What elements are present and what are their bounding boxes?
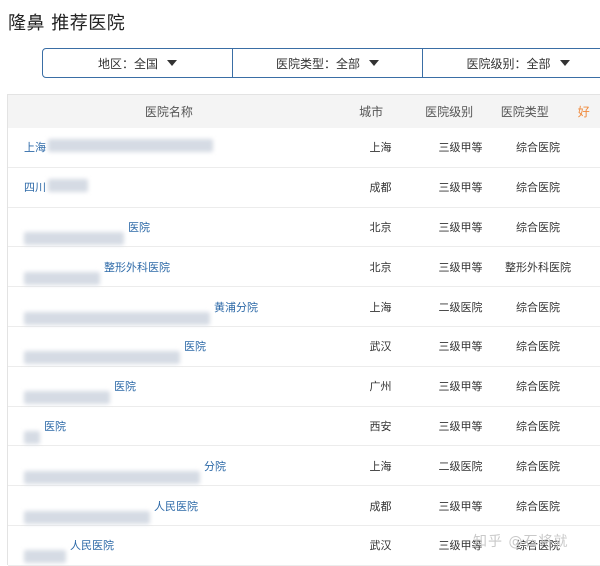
redaction [24,271,100,285]
level-cell: 三级甲等 [438,260,483,274]
hospital-name-link[interactable]: 黄浦分院 [214,299,258,315]
city-cell: 上海 [369,141,392,155]
caret-down-icon [167,60,177,66]
type-cell: 综合医院 [516,499,560,513]
level-cell: 三级甲等 [438,419,483,433]
redaction [24,351,180,365]
hospital-level-filter-label: 医院级别：全部 [466,56,551,71]
table-header: 医院名称 城市 医院级别 医院类型 好 [8,95,600,128]
city-cell: 西安 [369,419,392,433]
redaction [48,139,213,153]
redaction [24,430,40,444]
city-cell: 武汉 [369,340,392,354]
header-level: 医院级别 [425,105,474,119]
hospital-name-link[interactable]: 分院 [204,458,226,474]
level-cell: 三级甲等 [438,340,483,354]
region-filter[interactable]: 地区：全国 [43,49,233,77]
hospital-name: 人民医院 [70,539,114,553]
watermark: 知乎 @石将就 [473,534,569,550]
hospital-name: 医院 [114,380,136,394]
filter-bar: 地区：全国 医院类型：全部 医院级别：全部 [42,48,600,78]
hospital-name: 黄浦分院 [214,300,258,314]
type-cell: 综合医院 [516,459,560,473]
hospital-name-link[interactable]: 人民医院 [70,537,114,553]
city-cell: 成都 [369,181,392,195]
hospital-name: 医院 [184,340,206,354]
redaction [24,510,150,524]
city-cell: 广州 [369,380,392,394]
hospital-name-link[interactable]: 医院 [44,418,66,434]
hospital-name: 上海 [24,141,46,155]
level-cell: 二级医院 [438,300,483,314]
redaction [24,470,200,484]
hospital-name: 医院 [128,220,150,234]
level-cell: 三级甲等 [438,181,483,195]
hospital-table: 医院名称 城市 医院级别 医院类型 好 上海 上海 三级甲等 综合医院 四川 成… [7,94,600,566]
hospital-name: 分院 [204,459,226,473]
hospital-name-link[interactable]: 医院 [128,219,150,235]
hospital-type-filter[interactable]: 医院类型：全部 [233,49,423,77]
table-row: 医院 武汉 三级甲等 综合医院 [8,326,600,367]
hospital-name-link[interactable]: 医院 [184,338,206,354]
redaction [24,391,110,405]
header-name: 医院名称 [144,105,193,119]
redaction [24,231,124,245]
hospital-name: 人民医院 [154,499,198,513]
city-cell: 上海 [369,459,392,473]
hospital-name: 医院 [44,419,66,433]
level-cell: 三级甲等 [438,141,483,155]
table-row: 医院 西安 三级甲等 综合医院 [8,406,600,447]
caret-down-icon [559,60,570,66]
table-row: 黄浦分院 上海 二级医院 综合医院 [8,287,600,327]
type-cell: 综合医院 [516,380,560,394]
header-extra: 好 [577,105,590,119]
level-cell: 三级甲等 [438,220,483,234]
redaction [48,179,88,193]
type-cell: 整形外科医院 [505,260,571,274]
city-cell: 上海 [369,300,392,314]
city-cell: 成都 [369,499,392,513]
table-row: 人民医院 成都 三级甲等 综合医院 [8,486,600,526]
hospital-name-link[interactable]: 医院 [114,378,136,394]
table-row: 医院 广州 三级甲等 综合医院 [8,366,600,407]
hospital-name-link[interactable]: 四川 [24,179,88,195]
hospital-name-link[interactable]: 人民医院 [154,498,198,514]
hospital-name-link[interactable]: 整形外科医院 [104,259,170,275]
type-cell: 综合医院 [516,300,560,314]
header-city: 城市 [359,105,384,119]
city-cell: 武汉 [369,539,392,553]
table-row: 医院 北京 三级甲等 综合医院 [8,207,600,248]
type-cell: 综合医院 [516,220,560,234]
city-cell: 北京 [369,220,392,234]
hospital-name-link[interactable]: 上海 [24,139,213,155]
header-type: 医院类型 [500,105,549,119]
type-cell: 综合医院 [516,181,560,195]
table-row: 四川 成都 三级甲等 综合医院 [8,167,600,208]
redaction [24,550,66,564]
table-row: 分院 上海 二级医院 综合医院 [8,446,600,487]
caret-down-icon [369,60,379,66]
level-cell: 三级甲等 [438,499,483,513]
hospital-name: 四川 [24,181,46,195]
type-cell: 综合医院 [516,340,560,354]
redaction [24,311,210,325]
type-cell: 综合医院 [516,141,560,155]
table-row: 整形外科医院 北京 三级甲等 整形外科医院 [8,247,600,288]
hospital-level-filter[interactable]: 医院级别：全部 [423,49,600,77]
hospital-name: 整形外科医院 [104,260,170,274]
level-cell: 二级医院 [438,459,483,473]
region-filter-label: 地区：全国 [97,56,158,71]
type-cell: 综合医院 [516,419,560,433]
table-row: 上海 上海 三级甲等 综合医院 [8,128,600,168]
page-title: 隆鼻 推荐医院 [8,13,126,34]
level-cell: 三级甲等 [438,380,483,394]
hospital-type-filter-label: 医院类型：全部 [275,56,360,71]
city-cell: 北京 [369,260,392,274]
